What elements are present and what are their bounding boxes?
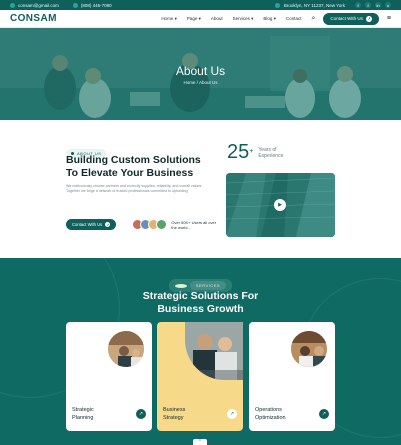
top-info-bar: consam@gmail.com (808) 446-7080 Brooklyn…	[0, 0, 401, 10]
arrow-icon: ↗	[105, 222, 111, 227]
facebook-icon[interactable]: f	[355, 2, 361, 8]
arrow-icon[interactable]: ↗	[319, 409, 329, 419]
location-icon	[274, 2, 280, 8]
stat-number: 25+	[227, 141, 254, 163]
phone-contact[interactable]: (808) 446-7080	[72, 2, 112, 8]
services-heading: Strategic Solutions For Business Growth	[142, 290, 259, 315]
linkedin-icon[interactable]: in	[375, 2, 381, 8]
page-hero: About Us Home / About Us	[0, 28, 401, 120]
search-icon[interactable]: ⌕	[311, 15, 315, 23]
avatar	[156, 219, 168, 230]
user-avatars	[132, 219, 168, 230]
scroll-to-top-button[interactable]: ⌃	[193, 439, 207, 445]
arrow-icon[interactable]: ↗	[227, 409, 237, 419]
service-name: Business Strategy	[163, 407, 186, 421]
breadcrumb-current: About Us	[199, 80, 218, 85]
service-card-strategic-planning[interactable]: Strategic Planning ↗	[66, 322, 152, 431]
facebook-icon-2[interactable]: f	[365, 2, 371, 8]
about-heading-wrap: Building Custom Solutions To Elevate You…	[66, 150, 226, 194]
site-logo[interactable]: CONSAM	[10, 13, 57, 24]
phone-icon	[72, 2, 78, 8]
arrow-icon: ↗	[365, 15, 372, 22]
breadcrumb-separator: /	[196, 80, 198, 85]
about-description: We meticulously choose partners and corr…	[66, 184, 203, 193]
dot-icon	[174, 283, 187, 288]
nav-item-page[interactable]: Page ▾	[187, 16, 201, 22]
about-actions: Contact With Us ↗ Over 50K+ Users all ove…	[66, 219, 221, 230]
breadcrumb: Home / About Us	[0, 80, 401, 85]
stat-label: Years of Experience	[258, 147, 284, 159]
email-contact[interactable]: consam@gmail.com	[10, 2, 59, 8]
service-photo	[289, 329, 329, 369]
mail-icon	[10, 2, 15, 8]
about-contact-button[interactable]: Contact With Us ↗	[66, 219, 117, 230]
about-section: ABOUT US Building Custom Solutions To El…	[0, 120, 401, 258]
x-icon[interactable]: x	[385, 2, 391, 8]
service-card-business-strategy[interactable]: Business Strategy ↗	[157, 322, 243, 431]
breadcrumb-home[interactable]: Home	[183, 80, 195, 85]
nav-menu: Home ▾ Page ▾ About Services ▾ Blog ▾ Co…	[161, 16, 301, 22]
service-photo	[106, 329, 146, 369]
service-name: Strategic Planning	[72, 407, 94, 421]
nav-item-contact[interactable]: Contact	[286, 16, 302, 22]
address-text: Brooklyn, NY 11237, New York	[283, 2, 345, 8]
chevron-up-icon: ⌃	[197, 439, 203, 445]
services-section: SERVICES Strategic Solutions For Busines…	[0, 258, 401, 445]
nav-item-about[interactable]: About	[211, 16, 223, 22]
nav-item-home[interactable]: Home ▾	[161, 16, 177, 22]
play-icon[interactable]: ▶	[274, 199, 286, 211]
menu-icon[interactable]: ≡	[387, 15, 391, 22]
users-count-text: Over 50K+ Users all over the world...	[171, 219, 217, 230]
contact-button[interactable]: Contact With Us ↗	[323, 12, 379, 25]
service-card-operations-optimization[interactable]: Operations Optimization ↗	[249, 322, 335, 431]
arrow-icon[interactable]: ↗	[136, 409, 146, 419]
service-name: Operations Optimization	[255, 407, 286, 421]
video-thumbnail[interactable]: ▶	[226, 173, 335, 237]
main-navigation: CONSAM Home ▾ Page ▾ About Services ▾ Bl…	[0, 10, 401, 28]
about-heading: Building Custom Solutions To Elevate You…	[66, 154, 201, 179]
experience-stat: 25+ Years of Experience	[227, 142, 283, 162]
nav-item-services[interactable]: Services ▾	[233, 16, 254, 22]
nav-item-blog[interactable]: Blog ▾	[263, 16, 276, 22]
page-title: About Us	[175, 64, 226, 78]
service-photo	[185, 322, 243, 380]
